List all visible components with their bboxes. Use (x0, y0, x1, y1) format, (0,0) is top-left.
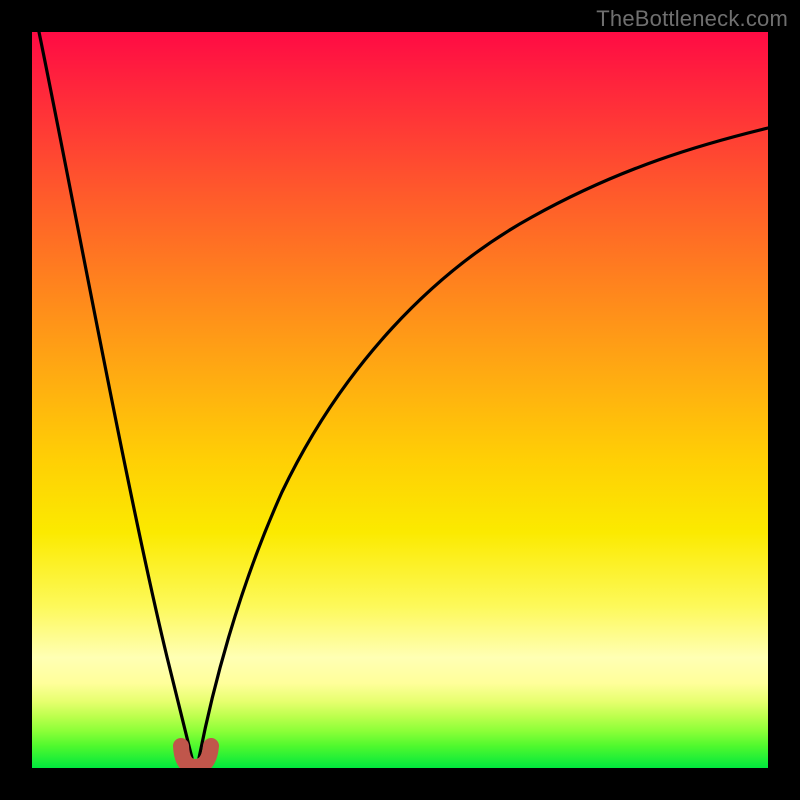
chart-frame: TheBottleneck.com (0, 0, 800, 800)
watermark-text: TheBottleneck.com (596, 6, 788, 32)
plot-area (32, 32, 768, 768)
bottleneck-curve (32, 32, 768, 768)
curve-left-branch (39, 32, 192, 758)
curve-right-branch (199, 128, 768, 758)
curve-minimum-marker (181, 746, 211, 767)
